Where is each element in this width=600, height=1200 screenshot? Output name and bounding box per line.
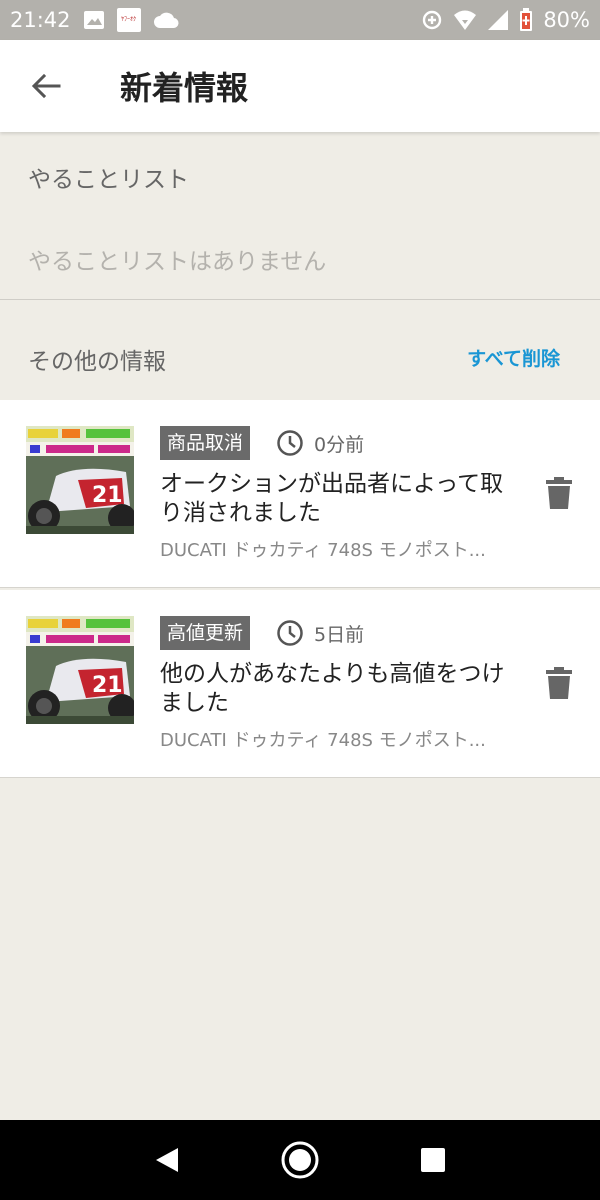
- item-title: DUCATI ドゥカティ 748S モノポスト...: [160, 540, 486, 561]
- battery-level: 80%: [543, 8, 590, 32]
- app-bar: 新着情報: [0, 40, 600, 132]
- delete-button[interactable]: [544, 666, 574, 700]
- todo-section: やることリスト やることリストはありません: [0, 132, 600, 300]
- back-button[interactable]: [0, 40, 92, 132]
- nav-recents-button[interactable]: [403, 1130, 463, 1190]
- notification-message: 他の人があなたよりも高値をつけました: [160, 661, 505, 716]
- delete-all-button[interactable]: すべて削除: [467, 344, 560, 371]
- signal-icon: [487, 9, 509, 31]
- status-badge: 商品取消: [160, 426, 251, 460]
- todo-empty-text: やることリストはありません: [28, 249, 327, 275]
- trash-icon: [546, 477, 572, 509]
- back-arrow-icon: [31, 73, 61, 99]
- svg-text:21: 21: [92, 483, 123, 508]
- cloud-icon: [153, 11, 179, 29]
- other-info-title: その他の情報: [28, 349, 166, 375]
- timestamp: 5日前: [276, 616, 364, 650]
- wifi-icon: [453, 9, 477, 31]
- notification-item[interactable]: 21 商品取消 0分前 オークションが出品者によって取り消されました DUCAT…: [0, 400, 600, 588]
- data-saver-icon: [421, 9, 443, 31]
- battery-icon: [519, 8, 533, 32]
- nav-home-button[interactable]: [270, 1130, 330, 1190]
- screen: 21:42 ﾔﾌｰｵｸ 80% 新着情報 やることリスト やることリストはありま…: [0, 0, 600, 1200]
- trash-icon: [546, 667, 572, 699]
- timestamp: 0分前: [276, 426, 364, 460]
- other-info-header: その他の情報 すべて削除: [0, 300, 600, 400]
- page-title: 新着情報: [120, 69, 249, 107]
- notification-message: オークションが出品者によって取り消されました: [160, 471, 504, 526]
- notification-item[interactable]: 21 高値更新 5日前 他の人があなたよりも高値をつけました DUCATI ドゥ…: [0, 590, 600, 778]
- system-nav-bar: [0, 1120, 600, 1200]
- image-icon: [83, 10, 105, 30]
- status-badge: 高値更新: [160, 616, 251, 650]
- clock-icon: [277, 620, 303, 646]
- status-time: 21:42: [10, 8, 71, 32]
- todo-title: やることリスト: [28, 167, 189, 193]
- home-circle-icon: [281, 1141, 319, 1179]
- status-bar: 21:42 ﾔﾌｰｵｸ 80%: [0, 0, 600, 40]
- time-text: 0分前: [314, 433, 365, 456]
- square-recents-icon: [421, 1148, 446, 1172]
- product-thumbnail: 21: [26, 426, 134, 534]
- time-text: 5日前: [314, 623, 365, 646]
- nav-back-button[interactable]: [137, 1130, 197, 1190]
- delete-button[interactable]: [544, 476, 574, 510]
- product-thumbnail: 21: [26, 616, 134, 724]
- clock-icon: [277, 430, 303, 456]
- svg-text:21: 21: [92, 673, 123, 698]
- triangle-back-icon: [155, 1148, 178, 1172]
- app-notification-icon: ﾔﾌｰｵｸ: [116, 8, 141, 32]
- item-title: DUCATI ドゥカティ 748S モノポスト...: [160, 730, 486, 751]
